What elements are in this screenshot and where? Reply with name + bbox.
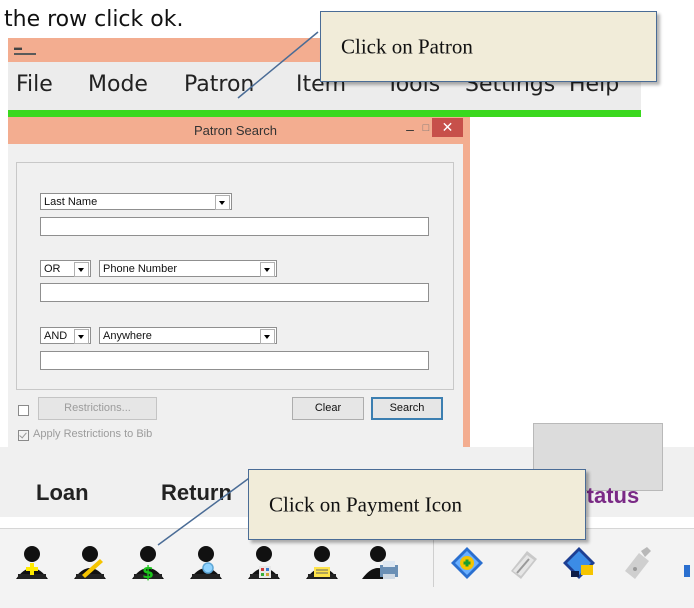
row2-operator-value: OR xyxy=(44,263,61,275)
patron-building-icon[interactable] xyxy=(242,541,286,585)
patron-callout-text: Click on Patron xyxy=(341,34,473,58)
patron-edit-icon[interactable] xyxy=(68,541,112,585)
svg-text:$: $ xyxy=(142,563,154,583)
document-text: the row click ok. xyxy=(4,7,184,32)
dialog-title: Patron Search xyxy=(193,123,278,138)
patron-callout: Click on Patron xyxy=(320,11,657,82)
field1-input[interactable] xyxy=(40,217,429,236)
menu-patron[interactable]: Patron xyxy=(184,72,254,97)
patron-note-icon[interactable] xyxy=(300,541,344,585)
payment-callout-text: Click on Payment Icon xyxy=(269,492,463,516)
close-icon[interactable]: ✕ xyxy=(432,118,463,137)
payment-callout: Click on Payment Icon xyxy=(248,469,586,540)
row3-input[interactable] xyxy=(40,351,429,370)
item-book-icon[interactable] xyxy=(557,541,601,585)
row2-field-value: Phone Number xyxy=(103,263,177,275)
item-edit-icon[interactable] xyxy=(501,541,545,585)
patron-search-dialog: Patron Search – □ ✕ Last Name OR Phone N… xyxy=(8,117,470,454)
item-tag-icon[interactable] xyxy=(613,541,657,585)
minimize-icon[interactable]: – xyxy=(403,119,417,139)
patron-print-icon[interactable] xyxy=(358,541,402,585)
patron-toolbar: $ xyxy=(0,528,694,608)
item-add-icon[interactable] xyxy=(445,541,489,585)
patron-payment-icon[interactable]: $ xyxy=(126,541,170,585)
row2-input[interactable] xyxy=(40,283,429,302)
restrictions-button[interactable]: Restrictions... xyxy=(38,397,157,420)
menu-file[interactable]: File xyxy=(16,72,53,97)
restrictions-checkbox[interactable] xyxy=(18,405,29,416)
chevron-down-icon[interactable] xyxy=(260,262,275,277)
status-progress-bar xyxy=(8,110,641,117)
field1-select-value: Last Name xyxy=(44,196,98,208)
menu-mode[interactable]: Mode xyxy=(88,72,148,97)
apply-restrictions-label: Apply Restrictions to Bib xyxy=(33,428,153,440)
search-criteria-group: Last Name OR Phone Number AND Anywhere xyxy=(16,162,454,390)
apply-restrictions-checkbox[interactable] xyxy=(18,430,29,441)
row3-field-select[interactable]: Anywhere xyxy=(99,327,277,344)
field1-select[interactable]: Last Name xyxy=(40,193,232,210)
row2-operator-select[interactable]: OR xyxy=(40,260,91,277)
patron-search-icon[interactable] xyxy=(184,541,228,585)
chevron-down-icon[interactable] xyxy=(74,262,89,277)
patron-add-icon[interactable] xyxy=(10,541,54,585)
row3-field-value: Anywhere xyxy=(103,330,152,342)
toolbar-separator xyxy=(433,539,434,587)
row3-operator-value: AND xyxy=(44,330,68,342)
maximize-icon[interactable]: □ xyxy=(419,118,433,138)
tab-loan[interactable]: Loan xyxy=(36,480,89,506)
row2-field-select[interactable]: Phone Number xyxy=(99,260,277,277)
overflow-icon[interactable] xyxy=(684,565,690,577)
chevron-down-icon[interactable] xyxy=(74,329,89,344)
clear-button[interactable]: Clear xyxy=(292,397,364,420)
app-logo-icon: ▬ xyxy=(14,41,36,55)
chevron-down-icon[interactable] xyxy=(215,195,230,210)
chevron-down-icon[interactable] xyxy=(260,329,275,344)
search-button[interactable]: Search xyxy=(371,397,443,420)
row3-operator-select[interactable]: AND xyxy=(40,327,91,344)
tab-return[interactable]: Return xyxy=(161,480,232,506)
